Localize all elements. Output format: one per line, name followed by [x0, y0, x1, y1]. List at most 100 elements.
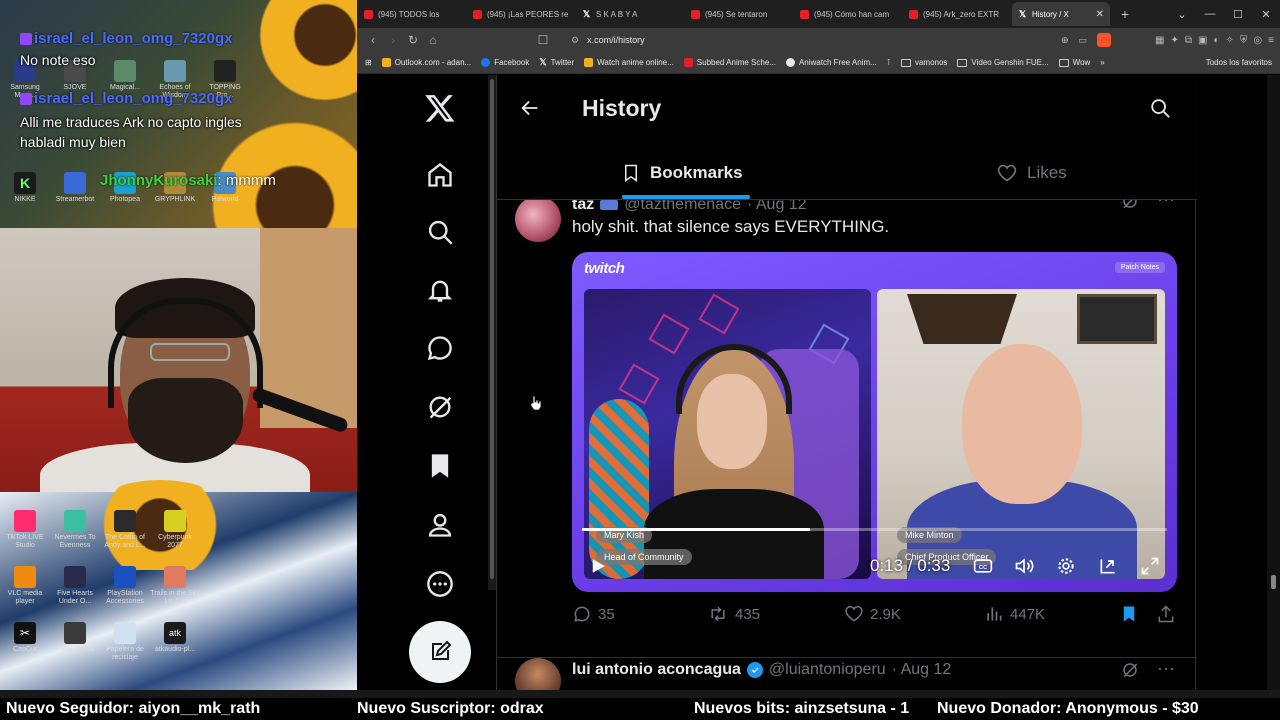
x-logo-icon[interactable]: [417, 85, 463, 131]
pip-button[interactable]: [1097, 555, 1119, 577]
cast-icon[interactable]: ▭: [1078, 35, 1087, 46]
tab-bookmarks[interactable]: Bookmarks: [622, 151, 743, 195]
bookmark-folder[interactable]: Video Genshin FUE...: [957, 58, 1049, 67]
extension-icon[interactable]: ▣: [1198, 35, 1207, 46]
tab-search-icon[interactable]: ⌄: [1168, 8, 1196, 21]
share-button[interactable]: [1156, 604, 1176, 624]
profile-icon[interactable]: [417, 502, 463, 548]
desktop-icon[interactable]: Magical...: [100, 60, 150, 92]
reply-button[interactable]: 35: [572, 604, 615, 624]
menu-icon[interactable]: ≡: [1268, 35, 1274, 46]
desktop-icon[interactable]: VLC media player: [0, 566, 50, 606]
tab-likes[interactable]: Likes: [997, 151, 1067, 195]
grok-icon[interactable]: [1121, 661, 1139, 684]
minimize-button[interactable]: —: [1196, 8, 1224, 21]
desktop-icon[interactable]: Five Hearts Under O...: [50, 566, 100, 606]
more-options-icon[interactable]: [417, 561, 463, 607]
browser-tab[interactable]: (945) Ark_zero EXTR: [903, 2, 1011, 26]
sidebar-scrollbar[interactable]: [488, 75, 496, 590]
all-bookmarks-folder[interactable]: Todos los favoritos: [1202, 58, 1272, 67]
views-button[interactable]: 447K: [984, 604, 1045, 624]
video-progress-bar[interactable]: [582, 528, 1167, 531]
desktop-icon[interactable]: ✂ CapCut: [0, 622, 50, 654]
new-tab-button[interactable]: +: [1114, 6, 1136, 22]
extension-icon[interactable]: ⛨: [1240, 35, 1248, 46]
desktop-icon[interactable]: Streamerbot: [50, 172, 100, 204]
bookmark-item[interactable]: Facebook: [481, 58, 529, 67]
browser-tab[interactable]: 𝕏S K A B Y A: [576, 2, 684, 26]
bookmark-button[interactable]: [1120, 604, 1138, 624]
back-button[interactable]: [515, 93, 545, 123]
browser-tab-active[interactable]: 𝕏 History / X ✕: [1012, 2, 1110, 26]
browser-tab[interactable]: (945) ¡Las PEORES re: [467, 2, 575, 26]
bookmark-folder[interactable]: vamonos: [900, 58, 947, 67]
desktop-icon[interactable]: Cyberpunk 2077: [150, 510, 200, 550]
search-button[interactable]: [1145, 93, 1175, 123]
grok-icon[interactable]: [417, 384, 463, 430]
tweet[interactable]: lui antonio aconcagua @luiantonioperu · …: [497, 658, 1197, 690]
messages-icon[interactable]: [417, 325, 463, 371]
like-button[interactable]: 2.9K: [844, 604, 901, 624]
back-nav-icon[interactable]: ‹: [363, 33, 383, 47]
bookmark-item[interactable]: Outlook.com - adan...: [381, 58, 471, 67]
bookmarks-icon[interactable]: [417, 443, 463, 489]
search-icon[interactable]: [417, 209, 463, 255]
desktop-icon[interactable]: atk atkaudio-pl...: [150, 622, 200, 654]
settings-button[interactable]: [1055, 555, 1077, 577]
desktop-icon[interactable]: PRAGMATA: [50, 622, 100, 654]
close-window-button[interactable]: ✕: [1252, 8, 1280, 21]
play-button[interactable]: [589, 557, 607, 575]
fullscreen-button[interactable]: [1139, 555, 1161, 577]
desktop-icon[interactable]: TikTok LIVE Studio: [0, 510, 50, 550]
notifications-bell-icon[interactable]: [417, 267, 463, 313]
extension-icon[interactable]: ◐: [1213, 35, 1219, 46]
reload-icon[interactable]: ↻: [403, 33, 423, 47]
browser-tab[interactable]: (945) Cómo han cam: [794, 2, 902, 26]
video-player[interactable]: twitch Patch Notes Mary Kish Head of Com…: [572, 252, 1177, 592]
forward-nav-icon[interactable]: ›: [383, 33, 403, 47]
bookmark-item[interactable]: Subbed Anime Sche...: [683, 58, 776, 67]
bookmark-page-icon[interactable]: ☐: [533, 33, 553, 47]
bookmark-item[interactable]: Watch anime online...: [584, 58, 674, 67]
extension-icon[interactable]: ◎: [1253, 35, 1262, 46]
desktop-icon[interactable]: Nevermes To Evenness: [50, 510, 100, 550]
repost-button[interactable]: 435: [707, 604, 760, 624]
brave-shield-icon[interactable]: [1097, 33, 1111, 47]
recycle-bin-icon[interactable]: Papelera de reciclaje: [100, 622, 150, 662]
compose-post-button[interactable]: [409, 621, 471, 683]
tweet-date[interactable]: · Aug 12: [892, 661, 952, 679]
extension-icon[interactable]: ✦: [1171, 35, 1179, 46]
page-scrollbar[interactable]: [1267, 75, 1280, 690]
volume-button[interactable]: [1013, 555, 1035, 577]
bookmark-item[interactable]: Aniwatch Free Anim...: [785, 58, 877, 67]
apps-icon[interactable]: ⊞: [365, 58, 372, 67]
browser-tab[interactable]: (945) Se tentaron: [685, 2, 793, 26]
desktop-icon[interactable]: Trails in the Sky 1st C...: [150, 566, 200, 606]
more-bookmarks-icon[interactable]: »: [1100, 58, 1104, 67]
tweet[interactable]: taz @tazthemenace · Aug 12 ··· holy shit…: [497, 190, 1197, 658]
desktop-icon[interactable]: PlayStation Accessories: [100, 566, 150, 606]
maximize-button[interactable]: ☐: [1224, 8, 1252, 21]
browser-tab[interactable]: (945) TODOS los: [358, 2, 466, 26]
avatar[interactable]: [515, 658, 561, 690]
more-icon[interactable]: ···: [1157, 659, 1175, 684]
url-field[interactable]: ⚙ x.com/i/history ⊕ ▭: [561, 31, 1121, 49]
home-icon[interactable]: [417, 152, 463, 198]
desktop-icon-label: TikTok LIVE Studio: [6, 534, 44, 549]
home-icon[interactable]: ⌂: [423, 33, 443, 47]
desktop-icon[interactable]: The Coffin of Andy and L...: [100, 510, 150, 550]
tweet-author-name[interactable]: lui antonio aconcagua: [572, 661, 741, 679]
pinned-icon[interactable]: ⊺: [887, 58, 891, 67]
captions-button[interactable]: CC: [972, 555, 994, 577]
bookmark-item[interactable]: 𝕏 Twitter: [539, 57, 574, 68]
site-info-icon[interactable]: ⚙: [571, 35, 579, 46]
bookmark-folder[interactable]: Wow: [1058, 58, 1090, 67]
extension-icon[interactable]: ▦: [1155, 35, 1164, 46]
zoom-icon[interactable]: ⊕: [1061, 35, 1069, 46]
close-tab-icon[interactable]: ✕: [1096, 9, 1104, 20]
tweet-author-handle[interactable]: @luiantonioperu: [769, 661, 886, 679]
desktop-icon[interactable]: K NIKKE: [0, 172, 50, 204]
avatar[interactable]: [515, 196, 561, 242]
extension-icon[interactable]: ⧉: [1185, 35, 1192, 46]
extension-icon[interactable]: ✧: [1226, 35, 1234, 46]
